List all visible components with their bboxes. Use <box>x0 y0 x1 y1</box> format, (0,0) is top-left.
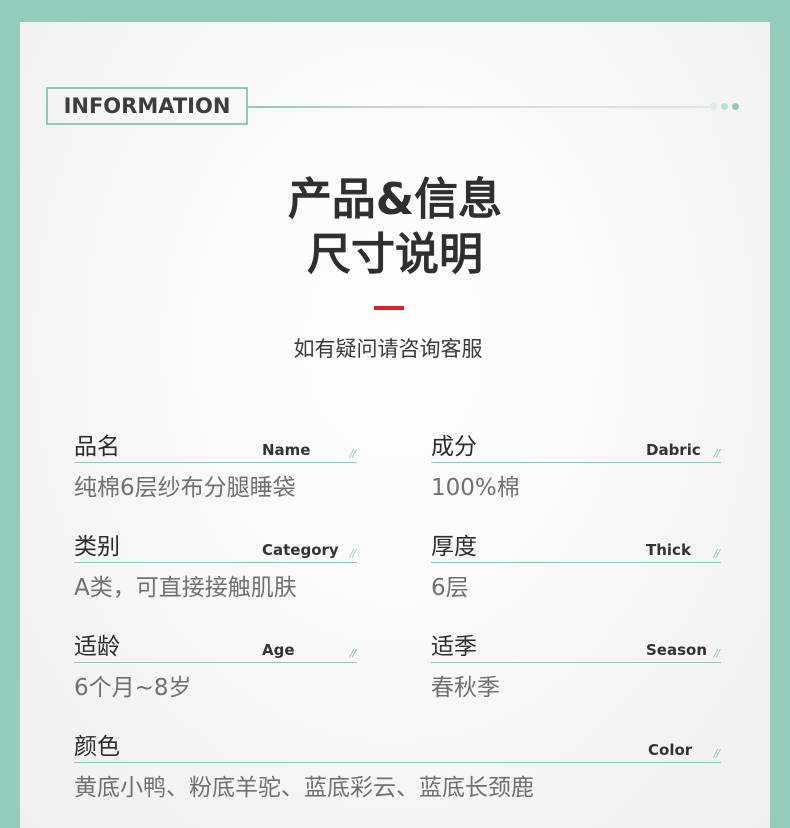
field-color-head: 颜色 Color // <box>74 730 721 763</box>
slash-mark: // <box>349 547 357 560</box>
field-thick-cn: 厚度 <box>431 534 477 560</box>
field-category: 类别 Category // A类，可直接接触肌肤 <box>74 530 357 603</box>
slash-mark: // <box>713 647 721 660</box>
dot-light <box>710 103 717 110</box>
field-age-cn: 适龄 <box>74 634 120 660</box>
field-color-cn: 颜色 <box>74 734 120 760</box>
dot-mid <box>721 103 728 110</box>
field-age: 适龄 Age // 6个月~8岁 <box>74 630 357 703</box>
field-fabric-head: 成分 Dabric // <box>431 430 721 463</box>
field-season-head: 适季 Season // <box>431 630 721 663</box>
field-season-cn: 适季 <box>431 634 477 660</box>
information-badge: INFORMATION <box>46 87 248 125</box>
page-title-line1: 产品&信息 <box>287 174 503 225</box>
slash-mark: // <box>349 447 357 460</box>
field-color-value: 黄底小鸭、粉底羊驼、蓝底彩云、蓝底长颈鹿 <box>74 775 534 801</box>
field-name-value: 纯棉6层纱布分腿睡袋 <box>74 475 296 501</box>
field-color: 颜色 Color // 黄底小鸭、粉底羊驼、蓝底彩云、蓝底长颈鹿 <box>74 730 721 803</box>
field-age-value: 6个月~8岁 <box>74 675 192 701</box>
field-name-en: Name <box>262 441 311 459</box>
field-season-en: Season <box>646 641 708 659</box>
slash-mark: // <box>713 547 721 560</box>
field-fabric-en: Dabric <box>646 441 701 459</box>
field-thick: 厚度 Thick // 6层 <box>431 530 721 603</box>
page-subtitle: 如有疑问请咨询客服 <box>293 337 483 361</box>
field-season: 适季 Season // 春秋季 <box>431 630 721 703</box>
field-thick-value: 6层 <box>431 575 469 601</box>
field-age-head: 适龄 Age // <box>74 630 357 663</box>
decorative-dots <box>710 103 739 110</box>
slash-mark: // <box>349 647 357 660</box>
field-thick-head: 厚度 Thick // <box>431 530 721 563</box>
page-title-line2: 尺寸说明 <box>307 229 483 280</box>
field-thick-en: Thick <box>646 541 691 559</box>
field-category-head: 类别 Category // <box>74 530 357 563</box>
field-name: 品名 Name // 纯棉6层纱布分腿睡袋 <box>74 430 357 503</box>
field-age-en: Age <box>262 641 295 659</box>
info-card: INFORMATION 产品&信息 尺寸说明 如有疑问请咨询客服 品名 Name… <box>20 22 770 828</box>
field-name-head: 品名 Name // <box>74 430 357 463</box>
title-accent-bar <box>374 306 404 310</box>
field-name-cn: 品名 <box>74 434 120 460</box>
field-season-value: 春秋季 <box>431 675 500 701</box>
slash-mark: // <box>713 447 721 460</box>
field-fabric: 成分 Dabric // 100%棉 <box>431 430 721 503</box>
field-category-value: A类，可直接接触肌肤 <box>74 575 297 601</box>
slash-mark: // <box>713 747 721 760</box>
field-color-en: Color <box>648 741 693 759</box>
field-category-cn: 类别 <box>74 534 120 560</box>
field-fabric-value: 100%棉 <box>431 475 520 501</box>
header-divider-line <box>248 106 710 108</box>
field-fabric-cn: 成分 <box>431 434 477 460</box>
dot-dark <box>732 103 739 110</box>
field-category-en: Category <box>262 541 339 559</box>
